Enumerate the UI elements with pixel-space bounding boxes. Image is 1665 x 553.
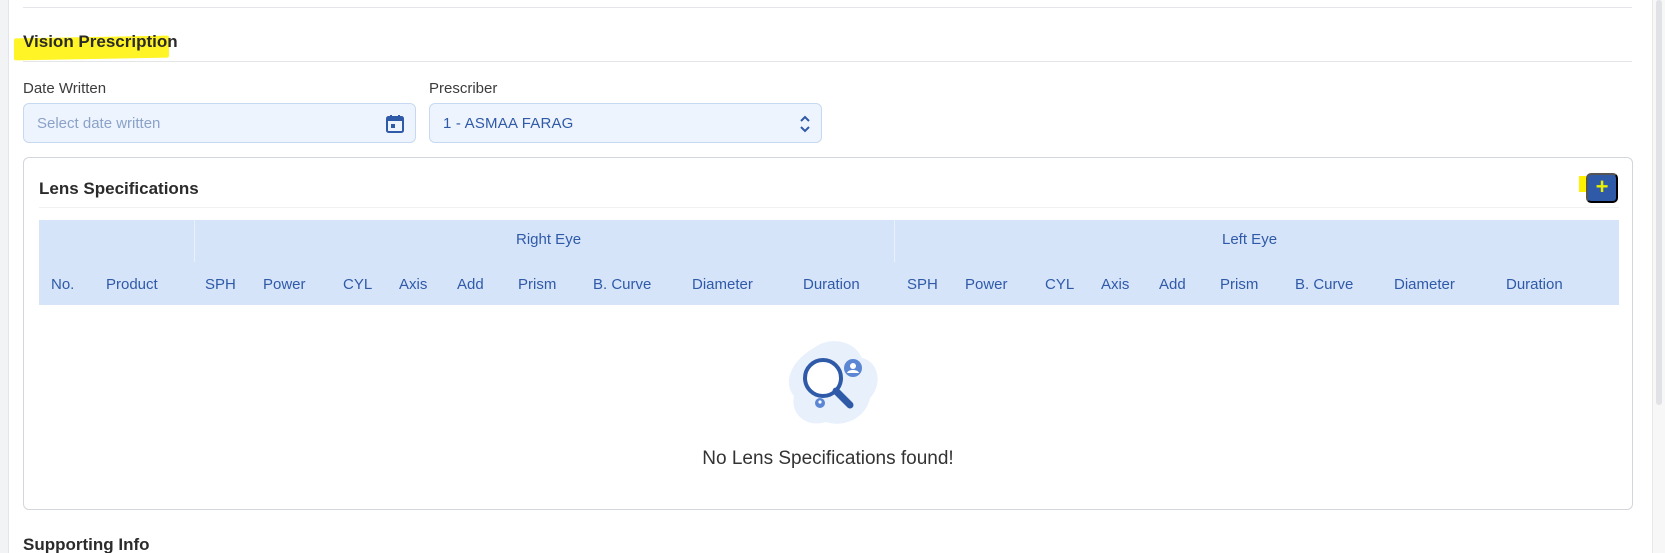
scrollbar-thumb[interactable] — [1656, 0, 1662, 405]
column-header-right-axis: Axis — [399, 276, 428, 293]
column-header-left-sph: SPH — [907, 276, 938, 293]
column-header-right-add: Add — [457, 276, 484, 293]
supporting-info-title: Supporting Info — [23, 535, 150, 553]
section-title: Vision Prescription — [23, 32, 178, 51]
add-lens-button[interactable]: + — [1586, 173, 1618, 203]
top-divider — [23, 7, 1632, 8]
lens-specifications-card: Lens Specifications + Right Eye Left Eye… — [23, 157, 1633, 510]
column-header-right-power: Power — [263, 276, 306, 293]
column-header-left-diameter: Diameter — [1394, 276, 1455, 293]
left-rail — [0, 0, 9, 553]
page-scrollbar[interactable] — [1652, 0, 1665, 553]
column-header-right-cyl: CYL — [343, 276, 373, 293]
column-header-left-axis: Axis — [1101, 276, 1130, 293]
column-header-right-duration: Duration — [803, 276, 860, 293]
group-separator — [894, 220, 895, 262]
group-header-left-eye: Left Eye — [1222, 231, 1278, 248]
column-header-right-b-curve: B. Curve — [593, 276, 652, 293]
column-header-right-sph: SPH — [205, 276, 236, 293]
card-header-divider — [39, 207, 1619, 208]
column-header-left-cyl: CYL — [1045, 276, 1075, 293]
column-header-left-prism: Prism — [1220, 276, 1259, 293]
calendar-icon[interactable] — [385, 114, 405, 134]
date-written-field[interactable]: Select date written — [23, 103, 416, 143]
column-header-left-power: Power — [965, 276, 1008, 293]
lens-table-header: Right Eye Left Eye No. Product SPH Power… — [39, 220, 1619, 305]
group-separator — [194, 220, 195, 262]
search-empty-icon — [788, 341, 878, 424]
column-header-left-add: Add — [1159, 276, 1186, 293]
date-written-placeholder: Select date written — [37, 115, 161, 132]
prescriber-value: 1 - ASMAA FARAG — [443, 115, 574, 132]
prescriber-label: Prescriber — [429, 80, 498, 97]
card-title: Lens Specifications — [39, 179, 199, 198]
column-header-right-prism: Prism — [518, 276, 557, 293]
group-header-right-eye: Right Eye — [516, 231, 582, 248]
empty-state-message: No Lens Specifications found! — [702, 448, 954, 469]
column-header-product: Product — [106, 276, 158, 293]
section-divider — [23, 61, 1632, 62]
plus-icon: + — [1595, 174, 1609, 199]
prescriber-select[interactable]: 1 - ASMAA FARAG — [429, 103, 822, 143]
column-header-no: No. — [51, 276, 75, 293]
sort-chevrons-icon — [800, 115, 810, 133]
column-header-left-duration: Duration — [1506, 276, 1563, 293]
column-header-left-b-curve: B. Curve — [1295, 276, 1354, 293]
date-written-label: Date Written — [23, 80, 107, 97]
column-header-right-diameter: Diameter — [692, 276, 753, 293]
